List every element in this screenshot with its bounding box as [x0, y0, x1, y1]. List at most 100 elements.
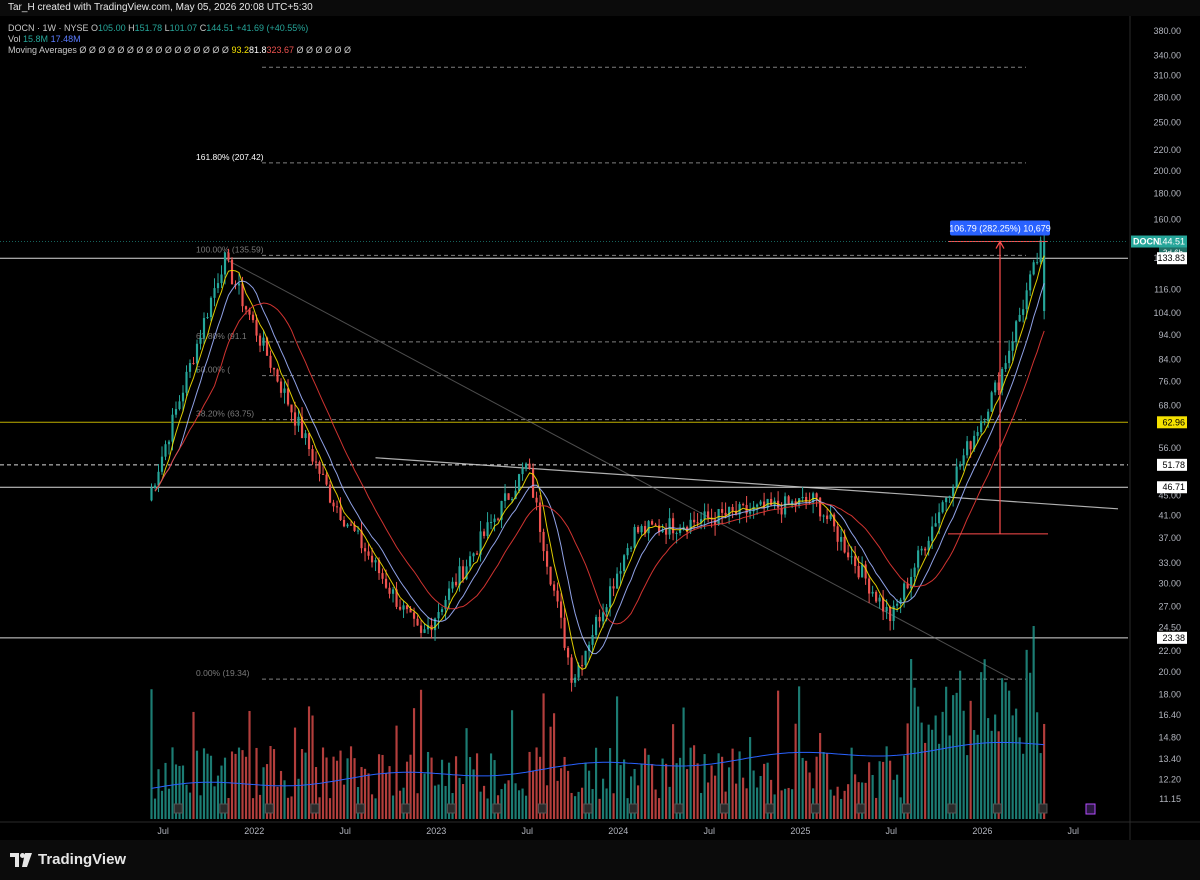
candle-body: [990, 392, 993, 412]
candle-body: [675, 532, 678, 534]
volume-bar: [955, 692, 958, 819]
last-price-symbol: DOCN: [1133, 237, 1160, 247]
legend-vol-ma-value: 17.48M: [50, 34, 81, 44]
volume-bar: [885, 746, 888, 819]
volume-bar: [763, 763, 766, 819]
volume-bar: [377, 754, 381, 819]
candle-body: [549, 566, 552, 585]
volume-bar: [1029, 672, 1032, 819]
volume-bar: [293, 727, 297, 819]
volume-bar: [391, 795, 395, 819]
candle-body: [868, 578, 871, 594]
candle-body: [917, 550, 920, 568]
candle-body: [1025, 290, 1028, 310]
volume-bar: [507, 780, 510, 819]
candle-body: [552, 584, 556, 591]
volume-bar: [153, 798, 157, 819]
volume-bar: [412, 708, 416, 819]
candle-body: [934, 523, 937, 527]
candle-body: [598, 616, 601, 622]
price-label-value: 133.83: [1157, 253, 1185, 263]
candle-body: [195, 343, 199, 364]
volume-bar: [199, 795, 202, 819]
volume-bar: [864, 782, 867, 819]
tradingview-logo[interactable]: TradingView: [10, 851, 126, 868]
volume-bar: [430, 757, 433, 819]
volume-bar: [433, 785, 437, 819]
candle-body: [987, 411, 990, 422]
volume-bar: [696, 763, 699, 819]
fib-level-label: 0.00% (19.34): [196, 668, 250, 678]
candle-body: [703, 511, 706, 520]
candle-body: [185, 371, 188, 393]
candle-body: [174, 409, 178, 415]
volume-bar: [759, 775, 762, 819]
volume-bar: [608, 748, 612, 819]
volume-bar: [969, 700, 972, 819]
volume-bar: [882, 761, 885, 819]
legend-ma-value-3: 323.67: [266, 45, 295, 55]
candle-body: [227, 252, 230, 260]
chart-area[interactable]: 380.00 340.00 310.00 280.00 250.00 220.00 200.…: [0, 16, 1200, 840]
candle-body: [721, 508, 724, 513]
volume-bar: [959, 670, 962, 819]
volume-bar: [489, 753, 493, 819]
candle-body: [290, 404, 293, 413]
volume-bar: [549, 726, 552, 819]
chart-title: Tar_H created with TradingView.com, May …: [8, 2, 313, 13]
earnings-marker: [537, 803, 547, 814]
candle-body: [535, 497, 538, 503]
volume-bar: [899, 797, 902, 819]
candle-body: [381, 573, 384, 579]
volume-bar: [290, 796, 293, 819]
earnings-marker: [355, 803, 365, 814]
earnings-marker: [765, 803, 775, 814]
candle-body: [885, 607, 888, 612]
bottom-bar: TradingView: [0, 840, 1200, 880]
volume-bar: [927, 724, 930, 819]
volume-bar: [482, 785, 486, 819]
volume-bar: [468, 757, 472, 819]
candle-body: [749, 511, 752, 514]
candle-body: [402, 605, 405, 610]
volume-bar: [658, 798, 661, 819]
time-tick-label: Jul: [521, 826, 533, 836]
candle-body: [454, 581, 458, 586]
candle-body: [731, 507, 734, 511]
price-tick-label: 12.20: [1158, 774, 1181, 784]
candle-body: [230, 259, 234, 285]
volume-bar: [234, 753, 237, 819]
candle-body: [528, 463, 531, 469]
candle-body: [605, 607, 608, 613]
candle-body: [742, 504, 745, 506]
candle-body: [840, 536, 843, 542]
ma-yellow-line: [154, 255, 1045, 670]
candle-body: [948, 495, 951, 498]
candle-body: [938, 512, 941, 524]
earnings-marker: [492, 803, 502, 814]
candle-body: [651, 521, 654, 525]
legend-c-value: 144.51: [206, 23, 234, 33]
volume-bar: [171, 747, 174, 819]
volume-bar: [1032, 626, 1035, 819]
legend-h-value: 151.78: [134, 23, 163, 33]
volume-bar: [850, 747, 853, 819]
volume-bar: [808, 772, 811, 819]
volume-bar: [686, 769, 689, 819]
volume-bar: [920, 722, 923, 819]
volume-bar: [945, 686, 948, 819]
candle-body: [920, 548, 923, 551]
price-tick-label: 84.00: [1158, 355, 1181, 365]
volume-bar: [931, 729, 934, 819]
candle-body: [815, 493, 818, 498]
candle-body: [787, 496, 790, 504]
volume-bar: [889, 760, 892, 819]
candle-body: [517, 474, 521, 491]
volume-bar: [510, 710, 514, 819]
volume-bar: [854, 774, 857, 819]
price-chart[interactable]: 380.00 340.00 310.00 280.00 250.00 220.00 200.…: [0, 16, 1200, 840]
candle-body: [398, 606, 402, 610]
candle-body: [160, 456, 164, 472]
volume-bar: [339, 750, 342, 819]
legend-vol-value: 15.8M: [23, 34, 49, 44]
